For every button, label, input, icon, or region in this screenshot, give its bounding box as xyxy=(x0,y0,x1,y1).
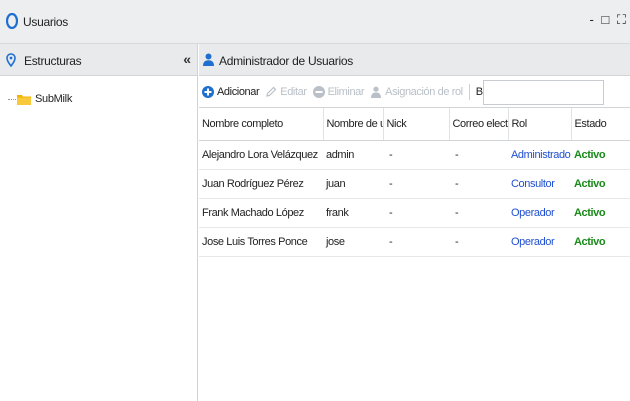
cell-role: Consultor xyxy=(508,169,571,199)
user-badge-icon xyxy=(6,13,18,29)
plus-circle-icon xyxy=(202,85,214,98)
cell-email: - xyxy=(449,140,508,170)
cell-username: juan xyxy=(323,169,383,199)
toolbar: Adicionar Editar Eliminar Asignación de … xyxy=(199,76,630,108)
folder-icon xyxy=(17,94,31,105)
cell-status: Activo xyxy=(571,140,630,170)
tree-item-label: SubMilk xyxy=(35,93,73,105)
cell-username: admin xyxy=(323,140,383,170)
minus-circle-icon xyxy=(312,85,325,98)
cell-role: Operador xyxy=(508,227,571,257)
collapse-panel-button[interactable]: « xyxy=(183,51,191,67)
cell-status: Activo xyxy=(571,227,630,257)
add-button[interactable]: Adicionar xyxy=(202,85,260,98)
structures-title: Estructuras xyxy=(24,54,82,68)
tree-item-submilk[interactable]: SubMilk xyxy=(8,88,72,110)
column-header-full-name[interactable]: Nombre completo xyxy=(199,108,324,141)
cell-email: - xyxy=(449,169,508,199)
window-controls: - □ ⛶ xyxy=(585,12,626,28)
search-input[interactable] xyxy=(483,80,604,105)
column-header-nick[interactable]: Nick xyxy=(383,108,450,141)
cell-full-name: Jose Luis Torres Ponce xyxy=(199,227,323,257)
column-header-status[interactable]: Estado xyxy=(571,108,630,141)
table-row[interactable]: Alejandro Lora Velázquez admin - - Admin… xyxy=(199,140,630,170)
column-header-username[interactable]: Nombre de usuari xyxy=(323,108,384,141)
cell-nick: - xyxy=(383,140,449,170)
cell-username: jose xyxy=(323,227,383,257)
user-admin-header: Administrador de Usuarios xyxy=(199,44,630,76)
table-row[interactable]: Juan Rodríguez Pérez juan - - Consultor … xyxy=(199,169,630,199)
table-header-row: Nombre completo Nombre de usuari Nick Co… xyxy=(199,108,630,141)
delete-label: Eliminar xyxy=(327,85,365,98)
assign-role-label: Asignación de rol xyxy=(385,85,463,98)
column-header-email[interactable]: Correo electrónico xyxy=(449,108,509,141)
map-pin-icon xyxy=(6,53,16,67)
user-admin-panel: Administrador de Usuarios Adicionar Edit… xyxy=(199,44,630,401)
cell-username: frank xyxy=(323,198,383,228)
cell-role: Administrador xyxy=(508,140,571,170)
toolbar-divider xyxy=(468,83,470,100)
edit-label: Editar xyxy=(280,85,307,98)
tree-connector xyxy=(8,98,16,100)
column-header-role[interactable]: Rol xyxy=(508,108,572,141)
structures-header: Estructuras « xyxy=(0,44,197,76)
restore-button[interactable]: □ xyxy=(601,12,609,27)
table-row[interactable]: Jose Luis Torres Ponce jose - - Operador… xyxy=(199,227,630,257)
cell-nick: - xyxy=(383,227,449,257)
cell-full-name: Frank Machado López xyxy=(199,198,323,228)
window-titlebar: Usuarios - □ ⛶ xyxy=(0,0,630,44)
cell-role: Operador xyxy=(508,198,571,228)
edit-button[interactable]: Editar xyxy=(265,85,307,98)
cell-full-name: Alejandro Lora Velázquez xyxy=(199,140,323,170)
users-table: Nombre completo Nombre de usuari Nick Co… xyxy=(199,108,630,257)
add-label: Adicionar xyxy=(217,85,260,98)
cell-full-name: Juan Rodríguez Pérez xyxy=(199,169,323,199)
cell-status: Activo xyxy=(571,198,630,228)
table-row[interactable]: Frank Machado López frank - - Operador A… xyxy=(199,198,630,228)
assign-role-button[interactable]: Asignación de rol xyxy=(370,86,463,98)
user-icon xyxy=(203,53,214,66)
minimize-button[interactable]: - xyxy=(589,12,593,27)
structures-panel: Estructuras « SubMilk xyxy=(0,44,198,401)
cell-status: Activo xyxy=(571,169,630,199)
window-title: Usuarios xyxy=(23,15,68,29)
cell-email: - xyxy=(449,198,508,228)
cell-nick: - xyxy=(383,169,449,199)
pencil-icon xyxy=(266,86,277,97)
user-assign-icon xyxy=(371,86,382,98)
maximize-button[interactable]: ⛶ xyxy=(617,12,626,27)
user-admin-title: Administrador de Usuarios xyxy=(219,54,353,68)
cell-email: - xyxy=(449,227,508,257)
delete-button[interactable]: Eliminar xyxy=(312,85,365,98)
cell-nick: - xyxy=(383,198,449,228)
